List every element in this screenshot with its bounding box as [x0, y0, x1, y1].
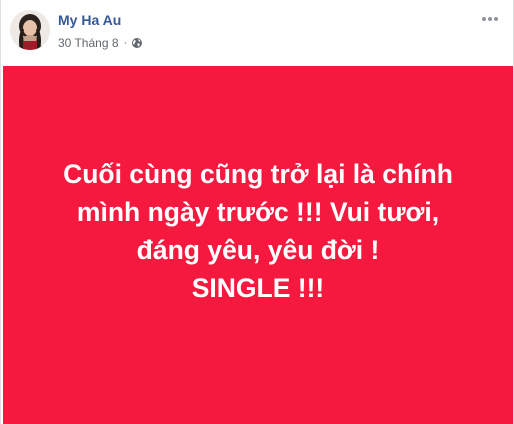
facebook-post: My Ha Au 30 Tháng 8 · Cuối cùng cũng trở…	[0, 0, 514, 424]
status-line: mình ngày trước !!! Vui tươi,	[76, 197, 440, 227]
meta-separator: ·	[123, 37, 128, 49]
status-line: Cuối cùng cũng trở lại là chính	[63, 159, 453, 189]
status-text: Cuối cùng cũng trở lại là chính mình ngà…	[28, 155, 488, 307]
author-name[interactable]: My Ha Au	[58, 12, 121, 28]
more-horizontal-icon	[482, 17, 498, 21]
post-date[interactable]: 30 Tháng 8	[58, 36, 119, 50]
post-meta: 30 Tháng 8 ·	[58, 36, 143, 50]
status-background: Cuối cùng cũng trở lại là chính mình ngà…	[3, 66, 513, 424]
more-options-button[interactable]	[479, 11, 501, 27]
post-header: My Ha Au 30 Tháng 8 ·	[1, 0, 513, 66]
globe-icon[interactable]	[131, 37, 143, 49]
avatar[interactable]	[10, 10, 50, 50]
avatar-photo	[10, 10, 50, 50]
status-line: SINGLE !!!	[191, 273, 325, 303]
status-line: đáng yêu, yêu đời !	[136, 235, 380, 265]
